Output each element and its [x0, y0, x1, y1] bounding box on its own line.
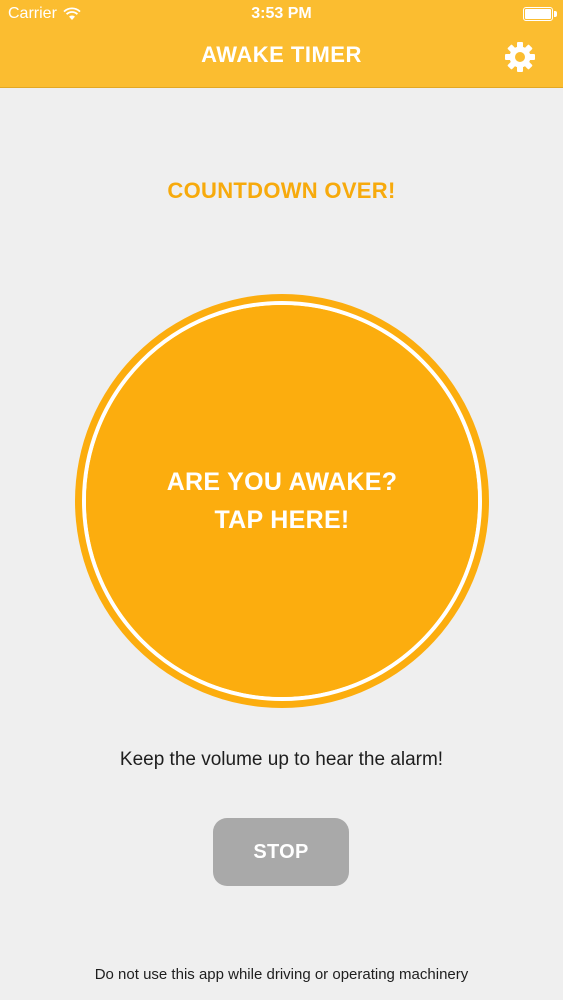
- page-title: AWAKE TIMER: [201, 42, 362, 67]
- countdown-status: COUNTDOWN OVER!: [167, 178, 396, 203]
- settings-button[interactable]: [503, 40, 537, 74]
- status-time: 3:53 PM: [251, 5, 312, 22]
- stop-button[interactable]: STOP: [213, 818, 349, 886]
- awake-prompt-line2: TAP HERE!: [214, 506, 350, 534]
- circle-face: ARE YOU AWAKE? TAP HERE!: [86, 305, 478, 697]
- header-bar: Carrier 3:53 PM AWAKE TIMER: [0, 0, 563, 88]
- battery-icon: [523, 7, 557, 21]
- awake-tap-button[interactable]: ARE YOU AWAKE? TAP HERE!: [75, 294, 489, 708]
- status-bar: Carrier 3:53 PM: [0, 0, 563, 30]
- awake-prompt-line1: ARE YOU AWAKE?: [166, 468, 398, 496]
- safety-disclaimer: Do not use this app while driving or ope…: [94, 966, 469, 983]
- gear-icon: [505, 42, 535, 72]
- volume-hint: Keep the volume up to hear the alarm!: [119, 749, 444, 770]
